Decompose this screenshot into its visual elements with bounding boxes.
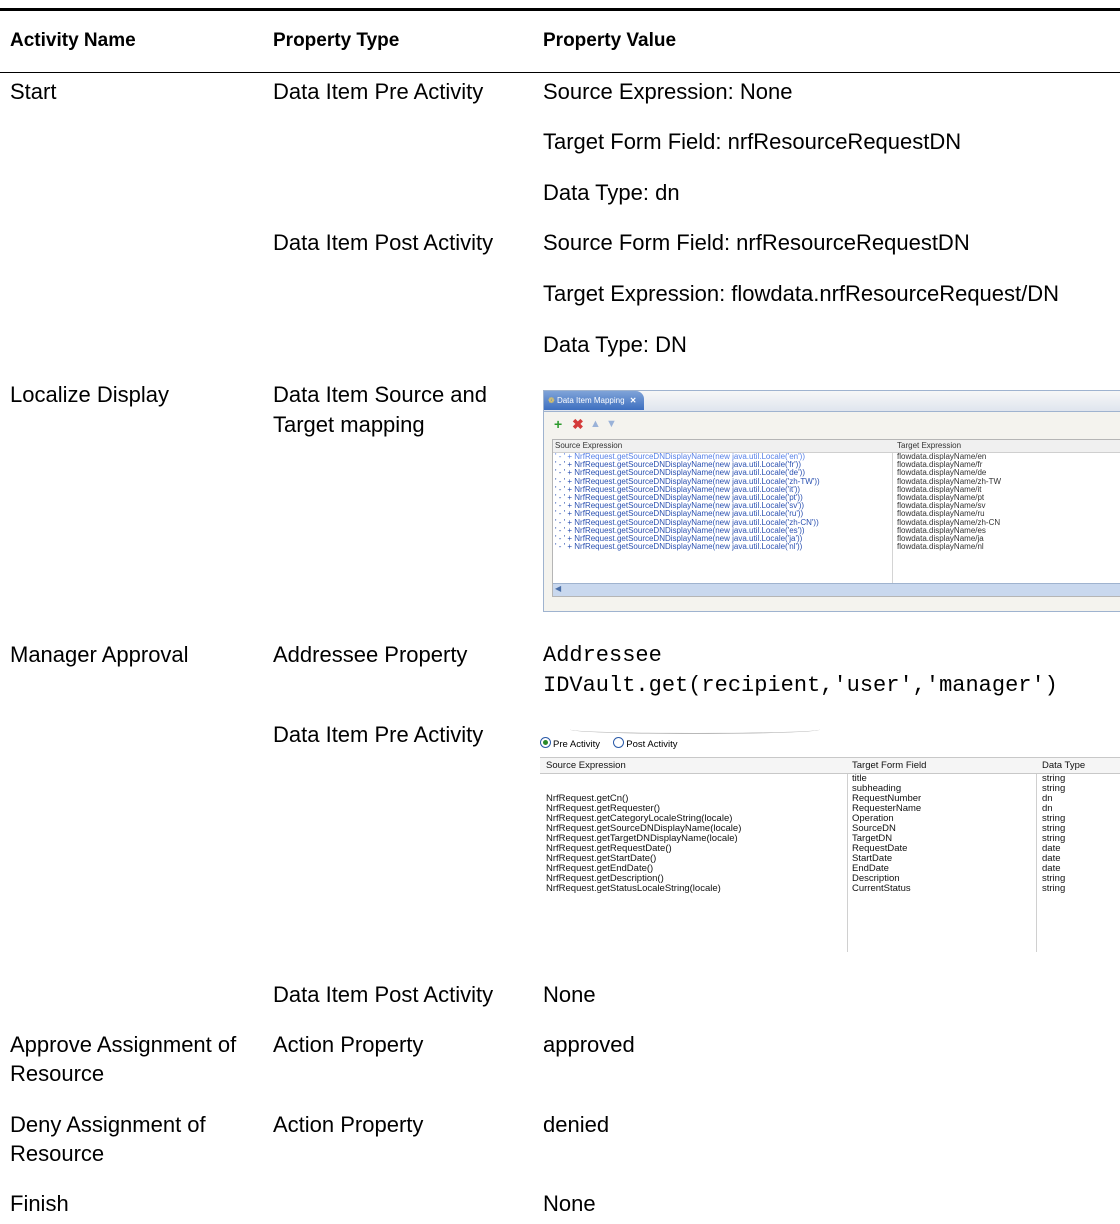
value-start-pre-datatype: Data Type: dn <box>543 180 680 205</box>
mapping-rows: ' - ' + NrfRequest.getSourceDNDisplayNam… <box>553 452 1120 552</box>
activity-deny-line1: Deny Assignment of <box>10 1112 206 1137</box>
activity-radio-group: Pre Activity Post Activity <box>540 737 678 753</box>
pre-activity-table: Source Expression Target Form Field Data… <box>540 757 1120 952</box>
mapping-tabbar: ❁ Data Item Mapping ✕ <box>544 391 1120 412</box>
mapping-tab[interactable]: ❁ Data Item Mapping ✕ <box>544 391 645 410</box>
type-localize-line2: Target mapping <box>273 412 425 437</box>
value-start-pre-source: Source Expression: None <box>543 79 793 104</box>
pre-type-cell: string <box>1042 883 1066 894</box>
activity-approve-line2: Resource <box>10 1061 105 1086</box>
data-item-mapping-screenshot: ❁ Data Item Mapping ✕ + ✖ ▲ ▼ Source Exp… <box>543 390 1120 612</box>
radio-post-label: Post Activity <box>626 739 678 750</box>
mapping-tab-icon: ❁ <box>548 396 555 405</box>
type-start-pre: Data Item Pre Activity <box>273 79 484 104</box>
delete-icon[interactable]: ✖ <box>572 417 584 431</box>
type-deny: Action Property <box>273 1112 424 1137</box>
pre-source-cell: NrfRequest.getStatusLocaleString(locale) <box>546 883 721 894</box>
radio-pre-label: Pre Activity <box>553 739 600 750</box>
header-rule <box>0 72 1120 73</box>
value-deny: denied <box>543 1112 610 1137</box>
value-start-post-datatype: Data Type: DN <box>543 332 687 357</box>
mapping-source-cell: ' - ' + NrfRequest.getSourceDNDisplayNam… <box>555 542 803 552</box>
value-start-post-target: Target Expression: flowdata.nrfResourceR… <box>543 281 1060 306</box>
mapping-tab-label: Data Item Mapping <box>556 396 625 405</box>
move-down-icon[interactable]: ▼ <box>606 417 617 431</box>
mapping-col-source: Source Expression <box>555 441 623 450</box>
scroll-left-icon[interactable]: ◀ <box>555 584 561 593</box>
header-activity-name: Activity Name <box>10 30 136 51</box>
activity-approve-line1: Approve Assignment of <box>10 1032 237 1057</box>
mapping-grid: Source Expression Target Expression ' - … <box>552 439 1120 597</box>
move-up-icon[interactable]: ▲ <box>590 417 601 431</box>
pre-table-rows: title string subheading string NrfRequest.ge… <box>540 774 1120 894</box>
type-manager-addressee: Addressee Property <box>273 642 468 667</box>
pre-table-header: Source Expression Target Form Field Data… <box>540 758 1120 774</box>
table-row[interactable]: title string <box>540 774 1120 784</box>
value-start-post-source: Source Form Field: nrfResourceRequestDN <box>543 230 970 255</box>
mapping-target-cell: flowdata.displayName/nl <box>897 542 984 552</box>
type-approve: Action Property <box>273 1032 424 1057</box>
type-manager-post: Data Item Post Activity <box>273 982 494 1007</box>
header-property-value: Property Value <box>543 30 677 51</box>
value-start-pre-target: Target Form Field: nrfResourceRequestDN <box>543 129 962 154</box>
screenshot-edge-arc <box>570 725 820 734</box>
activity-manager: Manager Approval <box>10 642 189 667</box>
activity-finish: Finish <box>10 1191 69 1216</box>
mapping-col-target: Target Expression <box>897 441 962 450</box>
table-top-rule <box>0 8 1120 11</box>
value-addressee-line1: Addressee <box>543 643 662 668</box>
table-row[interactable]: NrfRequest.getStatusLocaleString(locale)… <box>540 884 1120 894</box>
radio-post-activity[interactable] <box>613 737 625 748</box>
value-finish: None <box>543 1191 596 1216</box>
activity-start: Start <box>10 79 57 104</box>
radio-pre-activity[interactable] <box>540 737 551 748</box>
value-approve: approved <box>543 1032 635 1057</box>
value-manager-post: None <box>543 982 596 1007</box>
activity-localize: Localize Display <box>10 382 169 407</box>
type-manager-pre: Data Item Pre Activity <box>273 722 484 747</box>
activity-deny-line2: Resource <box>10 1141 105 1166</box>
type-start-post: Data Item Post Activity <box>273 230 494 255</box>
pre-activity-screenshot: Pre Activity Post Activity Source Expres… <box>540 725 1120 953</box>
add-icon[interactable]: + <box>554 417 562 431</box>
table-row[interactable]: ' - ' + NrfRequest.getSourceDNDisplayNam… <box>553 542 1120 552</box>
pre-col-source: Source Expression <box>546 760 626 771</box>
close-icon[interactable]: ✕ <box>630 396 637 405</box>
mapping-scrollbar[interactable]: ◀ <box>553 583 1120 596</box>
mapping-toolbar: + ✖ ▲ ▼ <box>544 412 1120 438</box>
pre-target-cell: CurrentStatus <box>852 883 911 894</box>
value-addressee-line2: IDVault.get(recipient,'user','manager') <box>543 673 1058 698</box>
pre-col-target: Target Form Field <box>852 760 927 771</box>
type-localize-line1: Data Item Source and <box>273 382 488 407</box>
header-property-type: Property Type <box>273 30 400 51</box>
pre-col-type: Data Type <box>1042 760 1086 771</box>
